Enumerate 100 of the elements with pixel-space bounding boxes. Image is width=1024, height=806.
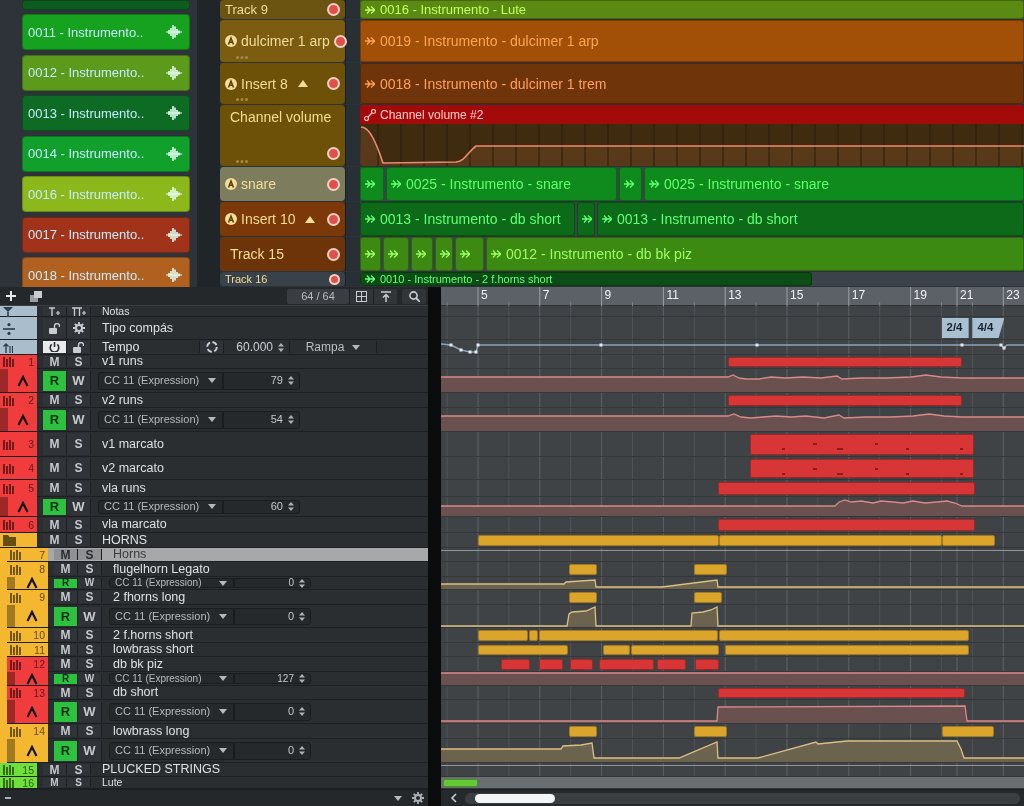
record-button[interactable]: [327, 3, 340, 16]
record-button[interactable]: [327, 247, 340, 261]
solo-button[interactable]: S: [78, 629, 102, 641]
add-markers-button[interactable]: [67, 307, 91, 315]
mute-button[interactable]: M: [43, 481, 67, 495]
solo-button[interactable]: S: [67, 778, 91, 787]
mute-button[interactable]: M: [54, 687, 78, 698]
solo-button[interactable]: S: [78, 687, 102, 698]
write-button[interactable]: W: [78, 740, 102, 761]
move-to-top-button[interactable]: [373, 288, 397, 304]
duplicate-button[interactable]: [27, 288, 45, 304]
mute-button[interactable]: M: [43, 764, 67, 775]
pattern-clip[interactable]: [619, 167, 642, 201]
read-button[interactable]: R: [54, 701, 78, 722]
track-header[interactable]: Channel volume: [220, 105, 345, 166]
track-header[interactable]: Track 16: [220, 272, 345, 286]
track-row[interactable]: M S vla runs: [37, 480, 428, 497]
read-button[interactable]: R: [43, 498, 67, 515]
mute-button[interactable]: M: [54, 549, 78, 560]
add-marker-button[interactable]: [43, 307, 67, 315]
track-row[interactable]: M S v2 runs: [37, 393, 428, 408]
mute-button[interactable]: M: [54, 644, 78, 655]
track-row[interactable]: M S Horns: [48, 548, 428, 562]
search-button[interactable]: [402, 288, 426, 304]
grid-button[interactable]: [349, 288, 373, 304]
settings-button[interactable]: [410, 790, 426, 806]
track-row[interactable]: M S v1 marcato: [37, 432, 428, 457]
mute-button[interactable]: M: [43, 458, 67, 478]
track-row[interactable]: M S db short: [48, 686, 428, 700]
pattern-clip[interactable]: [435, 237, 453, 271]
mute-button[interactable]: M: [43, 518, 67, 531]
track-header[interactable]: Insert 10: [220, 202, 345, 236]
read-button[interactable]: R: [43, 409, 67, 430]
mute-button[interactable]: M: [54, 591, 78, 603]
track-row[interactable]: Notas: [37, 306, 428, 317]
lock-button[interactable]: [43, 318, 67, 338]
track-header[interactable]: dulcimer 1 arp: [220, 20, 345, 62]
tempo-point[interactable]: [459, 348, 463, 352]
track-row[interactable]: M S HORNS: [37, 533, 428, 548]
mute-button[interactable]: M: [43, 778, 67, 787]
read-button[interactable]: R: [43, 370, 67, 391]
parameter-dropdown[interactable]: CC 11 (Expression): [109, 702, 234, 721]
tempo-point[interactable]: [960, 343, 964, 347]
triangle-icon[interactable]: [305, 215, 316, 223]
power-button[interactable]: [43, 341, 67, 353]
solo-button[interactable]: S: [78, 591, 102, 603]
pattern-clip[interactable]: [360, 237, 381, 271]
mode-dropdown[interactable]: Rampa: [289, 341, 377, 353]
solo-button[interactable]: S: [67, 534, 91, 546]
track-row[interactable]: M S flugelhorn Legato: [48, 562, 428, 577]
parameter-dropdown[interactable]: CC 11 (Expression): [98, 499, 223, 514]
track-row[interactable]: M S v1 runs: [37, 355, 428, 369]
write-button[interactable]: W: [67, 498, 91, 515]
value-field[interactable]: 0: [234, 702, 311, 721]
solo-button[interactable]: S: [67, 433, 91, 455]
track-row[interactable]: M S lowbrass long: [48, 724, 428, 739]
settings-button[interactable]: [67, 318, 91, 338]
tempo-point[interactable]: [476, 343, 480, 347]
solo-button[interactable]: S: [67, 764, 91, 775]
record-button[interactable]: [327, 212, 340, 226]
tempo-point[interactable]: [468, 350, 472, 354]
track-row[interactable]: M S 2 fhorns long: [48, 590, 428, 605]
track-header[interactable]: Track 9: [220, 0, 345, 19]
mute-button[interactable]: M: [43, 534, 67, 546]
solo-button[interactable]: S: [67, 458, 91, 478]
write-button[interactable]: W: [78, 701, 102, 722]
scrollbar-thumb[interactable]: [475, 793, 555, 803]
read-button[interactable]: R: [54, 673, 78, 684]
parameter-dropdown[interactable]: CC 11 (Expression): [109, 578, 234, 588]
solo-button[interactable]: S: [67, 356, 91, 367]
mute-button[interactable]: M: [54, 563, 78, 575]
value-field[interactable]: 127: [234, 673, 311, 684]
tempo-point[interactable]: [449, 343, 453, 347]
write-button[interactable]: W: [78, 578, 102, 588]
triangle-icon[interactable]: [297, 80, 308, 87]
mute-button[interactable]: M: [54, 725, 78, 737]
solo-button[interactable]: S: [78, 658, 102, 670]
track-header[interactable]: Insert 8: [220, 63, 345, 104]
mute-button[interactable]: M: [54, 658, 78, 670]
pattern-clip[interactable]: [577, 202, 595, 236]
write-button[interactable]: W: [67, 370, 91, 391]
track-row[interactable]: M S vla marcato: [37, 517, 428, 533]
mute-button[interactable]: M: [43, 433, 67, 455]
track-row[interactable]: Tempo 60.000 Rampa: [37, 340, 428, 355]
solo-button[interactable]: S: [67, 481, 91, 495]
track-row[interactable]: M S lowbrass short: [48, 643, 428, 657]
tempo-point[interactable]: [755, 343, 759, 347]
lock-button[interactable]: [67, 341, 91, 353]
time-signature-marker[interactable]: 4/4: [972, 318, 1005, 338]
track-row[interactable]: Tipo compás: [37, 317, 428, 340]
pattern-clip[interactable]: 0013 - Instrumento - db short: [360, 202, 575, 236]
parameter-dropdown[interactable]: CC 11 (Expression): [109, 607, 234, 625]
value-field[interactable]: 0: [234, 578, 311, 588]
time-signature-marker[interactable]: 2/4: [941, 318, 969, 338]
record-button[interactable]: [333, 34, 347, 48]
mute-button[interactable]: M: [54, 629, 78, 641]
value-field[interactable]: 0: [234, 607, 311, 625]
record-button[interactable]: [327, 77, 340, 90]
write-button[interactable]: W: [78, 606, 102, 626]
solo-button[interactable]: S: [78, 644, 102, 655]
